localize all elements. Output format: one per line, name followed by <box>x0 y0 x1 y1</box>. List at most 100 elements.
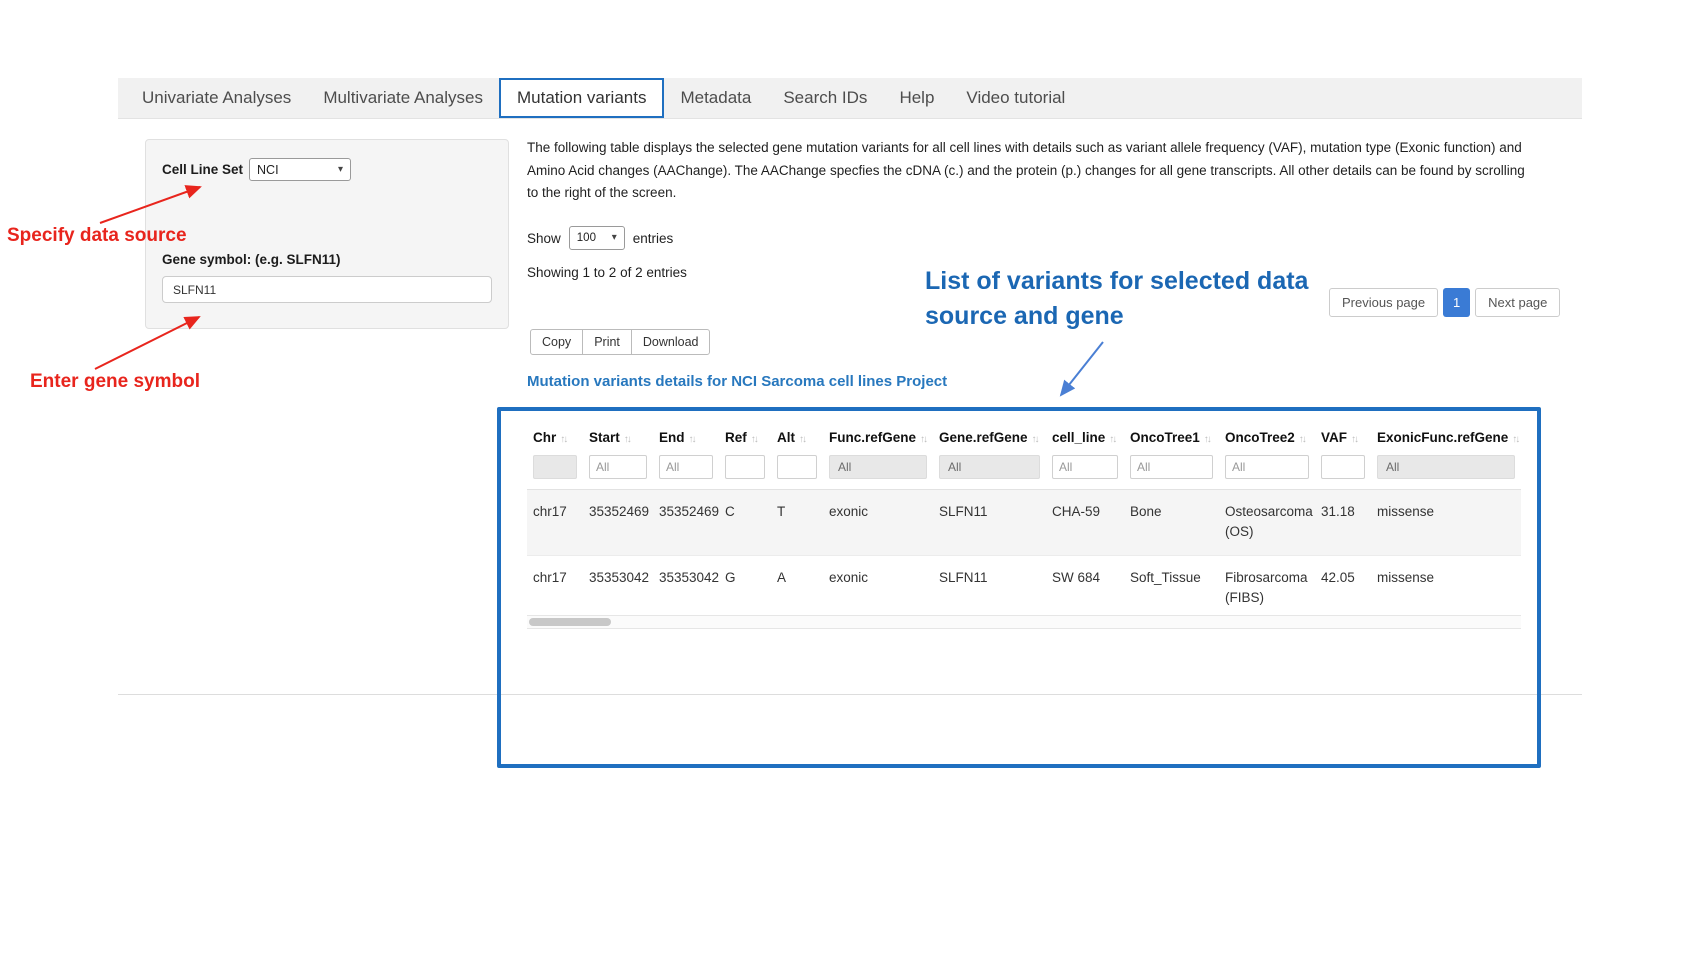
column-header-label: Func.refGene <box>829 430 916 445</box>
arrow-list-of-variants <box>1061 342 1103 395</box>
chevron-down-icon: ▾ <box>338 165 343 175</box>
sort-icon: ↑↓ <box>1204 434 1210 445</box>
column-header-label: OncoTree1 <box>1130 430 1200 445</box>
cell-start: 35353042 <box>583 556 653 622</box>
cell-chr: chr17 <box>527 490 583 556</box>
sort-icon: ↑↓ <box>1351 434 1357 445</box>
filter-alt[interactable] <box>777 455 817 479</box>
current-page-button[interactable]: 1 <box>1443 288 1470 317</box>
page-divider <box>118 694 1582 695</box>
filter-end[interactable] <box>659 455 713 479</box>
tab-multivariate-analyses[interactable]: Multivariate Analyses <box>307 78 499 118</box>
export-button-group: Copy Print Download <box>530 329 710 355</box>
sort-icon: ↑↓ <box>1299 434 1305 445</box>
horizontal-scrollbar-thumb[interactable] <box>529 618 611 626</box>
tab-search-ids[interactable]: Search IDs <box>767 78 883 118</box>
download-button[interactable]: Download <box>631 329 711 355</box>
sort-icon: ↑↓ <box>920 434 926 445</box>
column-header-oncotree2[interactable]: OncoTree2 ↑↓ <box>1219 418 1315 453</box>
annotation-list-of-variants-line1: List of variants for selected data <box>925 264 1308 299</box>
show-label: Show <box>527 231 561 246</box>
table-description: The following table displays the selecte… <box>527 137 1527 205</box>
show-entries-control: Show 100 ▾ entries <box>527 226 673 250</box>
cell-cell-line: SW 684 <box>1046 556 1124 622</box>
column-header-label: Alt <box>777 430 795 445</box>
cell-line-set-select[interactable]: NCI ▾ <box>249 158 351 181</box>
filter-exonicfunc-refgene[interactable]: All <box>1377 455 1515 479</box>
sort-icon: ↑↓ <box>1109 434 1115 445</box>
column-header-oncotree1[interactable]: OncoTree1 ↑↓ <box>1124 418 1219 453</box>
chevron-down-icon: ▾ <box>612 233 617 243</box>
variants-table: Chr↑↓ Start↑↓ End↑↓ Ref↑↓ Alt↑↓ Func.ref… <box>527 418 1521 622</box>
tab-metadata[interactable]: Metadata <box>664 78 767 118</box>
entries-label: entries <box>633 231 674 246</box>
copy-button[interactable]: Copy <box>530 329 583 355</box>
cell-ref: G <box>719 556 771 622</box>
cell-vaf: 42.05 <box>1315 556 1371 622</box>
print-button[interactable]: Print <box>582 329 632 355</box>
column-header-ref[interactable]: Ref↑↓ <box>719 418 771 453</box>
filter-ref[interactable] <box>725 455 765 479</box>
column-header-vaf[interactable]: VAF ↑↓ <box>1315 418 1371 453</box>
cell-oncotree1: Bone <box>1124 490 1219 556</box>
filter-row: All All All <box>527 453 1521 490</box>
horizontal-scrollbar-track[interactable] <box>527 615 1521 629</box>
filter-cell-line[interactable] <box>1052 455 1118 479</box>
cell-func-refgene: exonic <box>823 556 933 622</box>
cell-alt: T <box>771 490 823 556</box>
pagination: Previous page 1 Next page <box>1329 288 1560 317</box>
column-header-func-refgene[interactable]: Func.refGene ↑↓ <box>823 418 933 453</box>
column-header-cell-line[interactable]: cell_line ↑↓ <box>1046 418 1124 453</box>
sort-icon: ↑↓ <box>799 434 805 445</box>
gene-symbol-input[interactable] <box>162 276 492 303</box>
column-header-chr[interactable]: Chr↑↓ <box>527 418 583 453</box>
cell-gene-refgene: SLFN11 <box>933 556 1046 622</box>
tab-univariate-analyses[interactable]: Univariate Analyses <box>126 78 307 118</box>
showing-summary: Showing 1 to 2 of 2 entries <box>527 265 687 280</box>
sort-icon: ↑↓ <box>689 434 695 445</box>
cell-line-set-row: Cell Line Set NCI ▾ <box>162 158 351 181</box>
column-header-start[interactable]: Start↑↓ <box>583 418 653 453</box>
cell-vaf: 31.18 <box>1315 490 1371 556</box>
previous-page-button[interactable]: Previous page <box>1329 288 1438 317</box>
table-caption: Mutation variants details for NCI Sarcom… <box>527 373 947 390</box>
cell-oncotree1: Soft_Tissue <box>1124 556 1219 622</box>
cell-exonicfunc-refgene: missense <box>1371 556 1521 622</box>
column-header-label: OncoTree2 <box>1225 430 1295 445</box>
cell-chr: chr17 <box>527 556 583 622</box>
sort-icon: ↑↓ <box>560 434 566 445</box>
tab-mutation-variants[interactable]: Mutation variants <box>499 78 664 118</box>
cell-start: 35352469 <box>583 490 653 556</box>
filter-start[interactable] <box>589 455 647 479</box>
column-header-gene-refgene[interactable]: Gene.refGene↑↓ <box>933 418 1046 453</box>
column-header-label: cell_line <box>1052 430 1105 445</box>
column-header-label: VAF <box>1321 430 1347 445</box>
filter-oncotree1[interactable] <box>1130 455 1213 479</box>
page: Univariate Analyses Multivariate Analyse… <box>0 0 1700 956</box>
filter-vaf[interactable] <box>1321 455 1365 479</box>
cell-exonicfunc-refgene: missense <box>1371 490 1521 556</box>
annotation-enter-gene-symbol: Enter gene symbol <box>30 371 200 393</box>
cell-oncotree2: Osteosarcoma (OS) <box>1219 490 1315 556</box>
filter-oncotree2[interactable] <box>1225 455 1309 479</box>
column-header-alt[interactable]: Alt ↑↓ <box>771 418 823 453</box>
column-header-label: End <box>659 430 685 445</box>
column-header-label: Ref <box>725 430 747 445</box>
filter-func-refgene[interactable]: All <box>829 455 927 479</box>
column-header-exonicfunc-refgene[interactable]: ExonicFunc.refGene↑↓ <box>1371 418 1521 453</box>
tab-help[interactable]: Help <box>883 78 950 118</box>
entries-per-page-select[interactable]: 100 ▾ <box>569 226 625 250</box>
sort-icon: ↑↓ <box>1032 434 1038 445</box>
column-header-label: Start <box>589 430 620 445</box>
cell-end: 35353042 <box>653 556 719 622</box>
cell-oncotree2: Fibrosarcoma (FIBS) <box>1219 556 1315 622</box>
filter-chr[interactable] <box>533 455 577 479</box>
tab-video-tutorial[interactable]: Video tutorial <box>950 78 1081 118</box>
column-header-end[interactable]: End ↑↓ <box>653 418 719 453</box>
cell-func-refgene: exonic <box>823 490 933 556</box>
annotation-list-of-variants: List of variants for selected data sourc… <box>925 264 1308 333</box>
filter-gene-refgene[interactable]: All <box>939 455 1040 479</box>
header-row: Chr↑↓ Start↑↓ End↑↓ Ref↑↓ Alt↑↓ Func.ref… <box>527 418 1521 453</box>
gene-symbol-label: Gene symbol: (e.g. SLFN11) <box>162 252 341 267</box>
next-page-button[interactable]: Next page <box>1475 288 1560 317</box>
